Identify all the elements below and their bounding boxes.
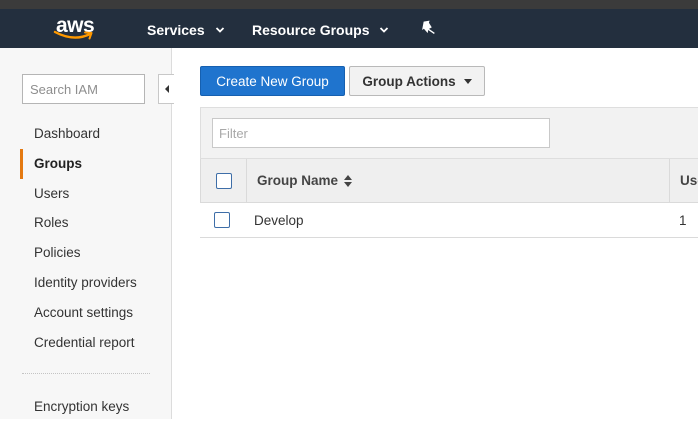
sidebar-item-dashboard[interactable]: Dashboard [20, 119, 172, 149]
sidebar-item-roles[interactable]: Roles [20, 208, 172, 238]
sidebar-item-groups[interactable]: Groups [20, 148, 172, 179]
aws-logo[interactable]: aws [52, 14, 100, 47]
sidebar: Dashboard Groups Users Roles Policies Id… [0, 48, 174, 422]
group-actions-label: Group Actions [362, 73, 456, 89]
group-name-cell[interactable]: Develop [254, 213, 304, 228]
resource-groups-menu-label: Resource Groups [252, 22, 370, 38]
row-checkbox[interactable] [214, 212, 230, 228]
sidebar-item-encryption-keys[interactable]: Encryption keys [20, 392, 172, 422]
resource-groups-menu[interactable]: Resource Groups [252, 18, 389, 42]
sidebar-item-account-settings[interactable]: Account settings [20, 298, 172, 328]
column-header-label: Group Name [257, 173, 339, 188]
column-divider [669, 159, 670, 202]
table-row[interactable]: Develop 1 [200, 203, 698, 238]
pin-icon[interactable] [420, 20, 436, 38]
services-menu[interactable]: Services [147, 18, 225, 42]
top-navigation-bar: aws Services Resource Groups [0, 0, 698, 48]
caret-down-icon [463, 78, 472, 84]
column-header-users[interactable]: Users [680, 173, 698, 188]
caret-left-icon [164, 85, 169, 93]
select-all-checkbox[interactable] [216, 173, 232, 189]
sidebar-nav: Dashboard Groups Users Roles Policies Id… [20, 119, 172, 357]
column-header-group-name[interactable]: Group Name [257, 173, 353, 188]
sidebar-item-credential-report[interactable]: Credential report [20, 328, 172, 358]
sidebar-item-policies[interactable]: Policies [20, 238, 172, 268]
services-menu-label: Services [147, 22, 205, 38]
chevron-down-icon [380, 27, 389, 33]
chevron-down-icon [215, 27, 224, 33]
sidebar-item-users[interactable]: Users [20, 179, 172, 209]
group-actions-button[interactable]: Group Actions [349, 66, 485, 96]
search-iam-input[interactable] [22, 74, 145, 104]
sidebar-divider [22, 373, 150, 374]
create-new-group-button[interactable]: Create New Group [200, 66, 345, 96]
sidebar-collapse-button[interactable] [158, 74, 174, 104]
filter-input[interactable] [212, 118, 550, 148]
select-all-cell [201, 159, 247, 202]
table-header: Group Name Users [200, 159, 698, 203]
aws-smile-icon [53, 30, 93, 40]
filter-bar [200, 107, 698, 159]
sidebar-item-identity-providers[interactable]: Identity providers [20, 268, 172, 298]
sort-icon [344, 174, 353, 187]
users-count-cell: 1 [679, 213, 687, 228]
